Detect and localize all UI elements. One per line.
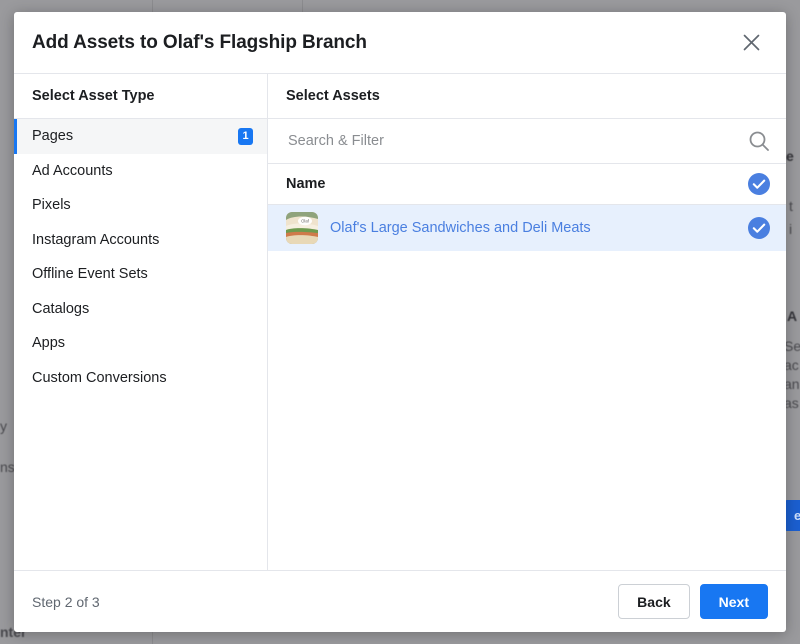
search-input[interactable]	[286, 132, 748, 150]
row-checkbox[interactable]	[748, 217, 770, 239]
next-button[interactable]: Next	[699, 584, 768, 619]
select-assets-heading: Select Assets	[268, 74, 786, 119]
background-text-fragment: Se	[784, 338, 800, 354]
asset-type-label: Catalogs	[32, 300, 90, 317]
close-icon[interactable]	[734, 26, 768, 60]
back-button[interactable]: Back	[618, 584, 690, 619]
sidebar-item-instagram-accounts[interactable]: Instagram Accounts	[14, 223, 267, 258]
asset-list: Olaf Olaf's Large Sandwiches and Deli Me…	[268, 205, 786, 570]
background-text-fragment: y	[0, 418, 7, 434]
add-assets-dialog: Add Assets to Olaf's Flagship Branch Sel…	[14, 12, 786, 632]
asset-type-list[interactable]: Pages 1 Ad Accounts Pixels Instagram Acc…	[14, 119, 267, 570]
sidebar-item-apps[interactable]: Apps	[14, 326, 267, 361]
asset-type-label: Offline Event Sets	[32, 266, 148, 283]
background-text-fragment: ac	[784, 357, 799, 373]
dialog-footer: Step 2 of 3 Back Next	[14, 570, 786, 632]
asset-type-label: Custom Conversions	[32, 369, 167, 386]
dialog-title: Add Assets to Olaf's Flagship Branch	[32, 31, 367, 53]
sidebar-item-catalogs[interactable]: Catalogs	[14, 292, 267, 327]
select-all-checkbox[interactable]	[748, 173, 770, 195]
background-text-fragment: t	[789, 198, 793, 214]
background-text-fragment: an	[784, 376, 800, 392]
svg-text:Olaf: Olaf	[301, 219, 310, 224]
asset-type-panel: Select Asset Type Pages 1 Ad Accounts Pi…	[14, 74, 268, 570]
status-badge: 1	[238, 127, 253, 145]
sidebar-item-pages[interactable]: Pages 1	[14, 119, 267, 154]
asset-name-link[interactable]: Olaf's Large Sandwiches and Deli Meats	[330, 220, 748, 236]
background-text-fragment: as	[784, 395, 799, 411]
dialog-header: Add Assets to Olaf's Flagship Branch	[14, 12, 786, 74]
column-header-name: Name	[286, 176, 326, 192]
asset-type-heading: Select Asset Type	[14, 74, 267, 119]
dialog-body: Select Asset Type Pages 1 Ad Accounts Pi…	[14, 74, 786, 570]
sidebar-item-pixels[interactable]: Pixels	[14, 188, 267, 223]
background-button-fragment[interactable]: et	[784, 500, 800, 531]
avatar: Olaf	[286, 212, 318, 244]
asset-type-label: Apps	[32, 335, 66, 352]
background-text-fragment: e	[786, 148, 794, 164]
footer-button-group: Back Next	[618, 584, 768, 619]
search-icon[interactable]	[748, 130, 770, 152]
asset-type-label: Pixels	[32, 197, 71, 214]
background-text-fragment: ns	[0, 459, 15, 475]
sidebar-item-custom-conversions[interactable]: Custom Conversions	[14, 361, 267, 396]
asset-type-label: Pages	[32, 128, 74, 145]
sidebar-item-ad-accounts[interactable]: Ad Accounts	[14, 154, 267, 189]
sidebar-item-offline-event-sets[interactable]: Offline Event Sets	[14, 257, 267, 292]
step-indicator: Step 2 of 3	[32, 593, 100, 610]
search-row	[268, 119, 786, 164]
asset-type-label: Ad Accounts	[32, 162, 113, 179]
background-text-fragment: i	[789, 221, 793, 237]
asset-select-panel: Select Assets Name	[268, 74, 786, 570]
table-header-row: Name	[268, 164, 786, 205]
background-text-fragment: A	[787, 308, 798, 324]
asset-type-label: Instagram Accounts	[32, 231, 160, 248]
table-row[interactable]: Olaf Olaf's Large Sandwiches and Deli Me…	[268, 205, 786, 251]
